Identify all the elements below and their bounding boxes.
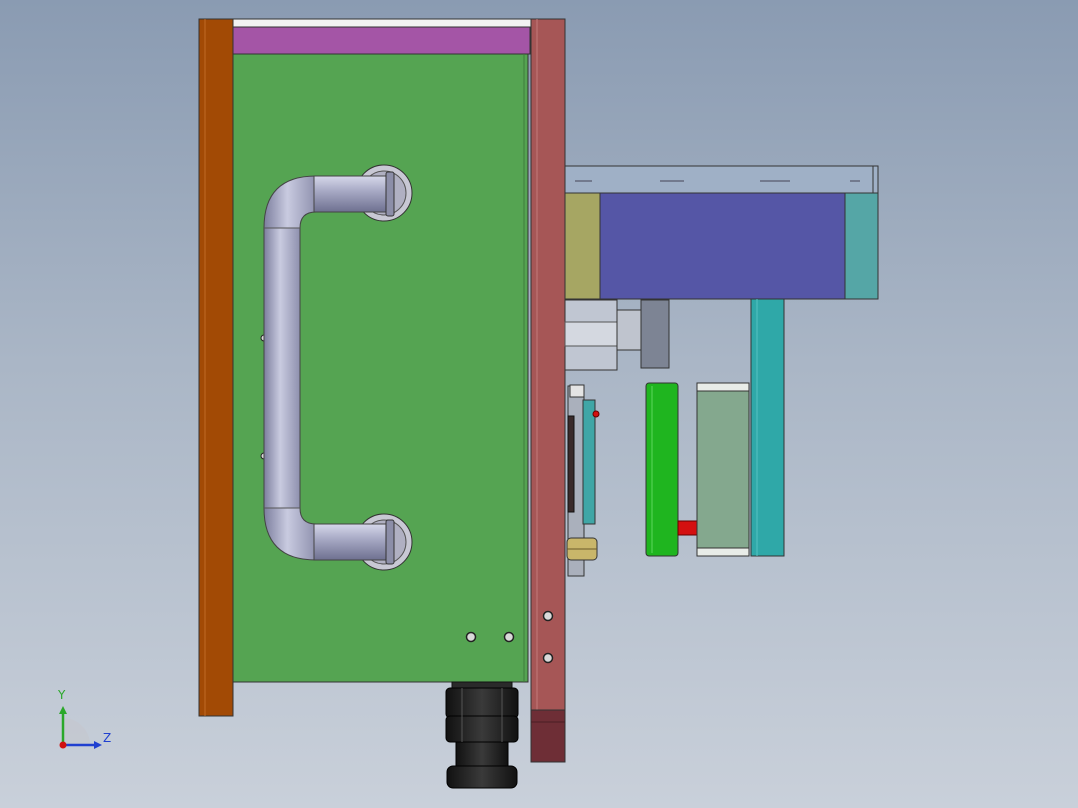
red-pin: [677, 520, 699, 536]
right-plate: [530, 18, 566, 763]
green-block: [645, 382, 679, 557]
teal-vertical-bar: [750, 298, 785, 557]
left-plate: [198, 18, 234, 717]
z-axis-label: Z: [103, 731, 112, 745]
top-bar: [231, 26, 531, 55]
hole: [465, 631, 477, 643]
top-rail: [564, 165, 879, 194]
hole: [503, 631, 515, 643]
sage-block: [696, 382, 750, 557]
bottom-nut-assembly: [445, 681, 519, 789]
model-view[interactable]: [0, 0, 1078, 808]
cad-viewport[interactable]: Y Z: [0, 0, 1078, 808]
cylinder-clamp: [564, 299, 670, 371]
right-plate-bottom: [530, 709, 566, 763]
x-axis-origin: [59, 741, 67, 749]
top-strip: [231, 18, 533, 28]
y-axis-label: Y: [58, 688, 66, 702]
blue-block: [599, 192, 846, 300]
teal-end-block: [844, 192, 879, 300]
hole: [542, 652, 554, 664]
side-bracket: [566, 384, 600, 577]
hole: [542, 610, 554, 622]
olive-block: [564, 192, 601, 300]
axis-triad: [59, 706, 102, 749]
